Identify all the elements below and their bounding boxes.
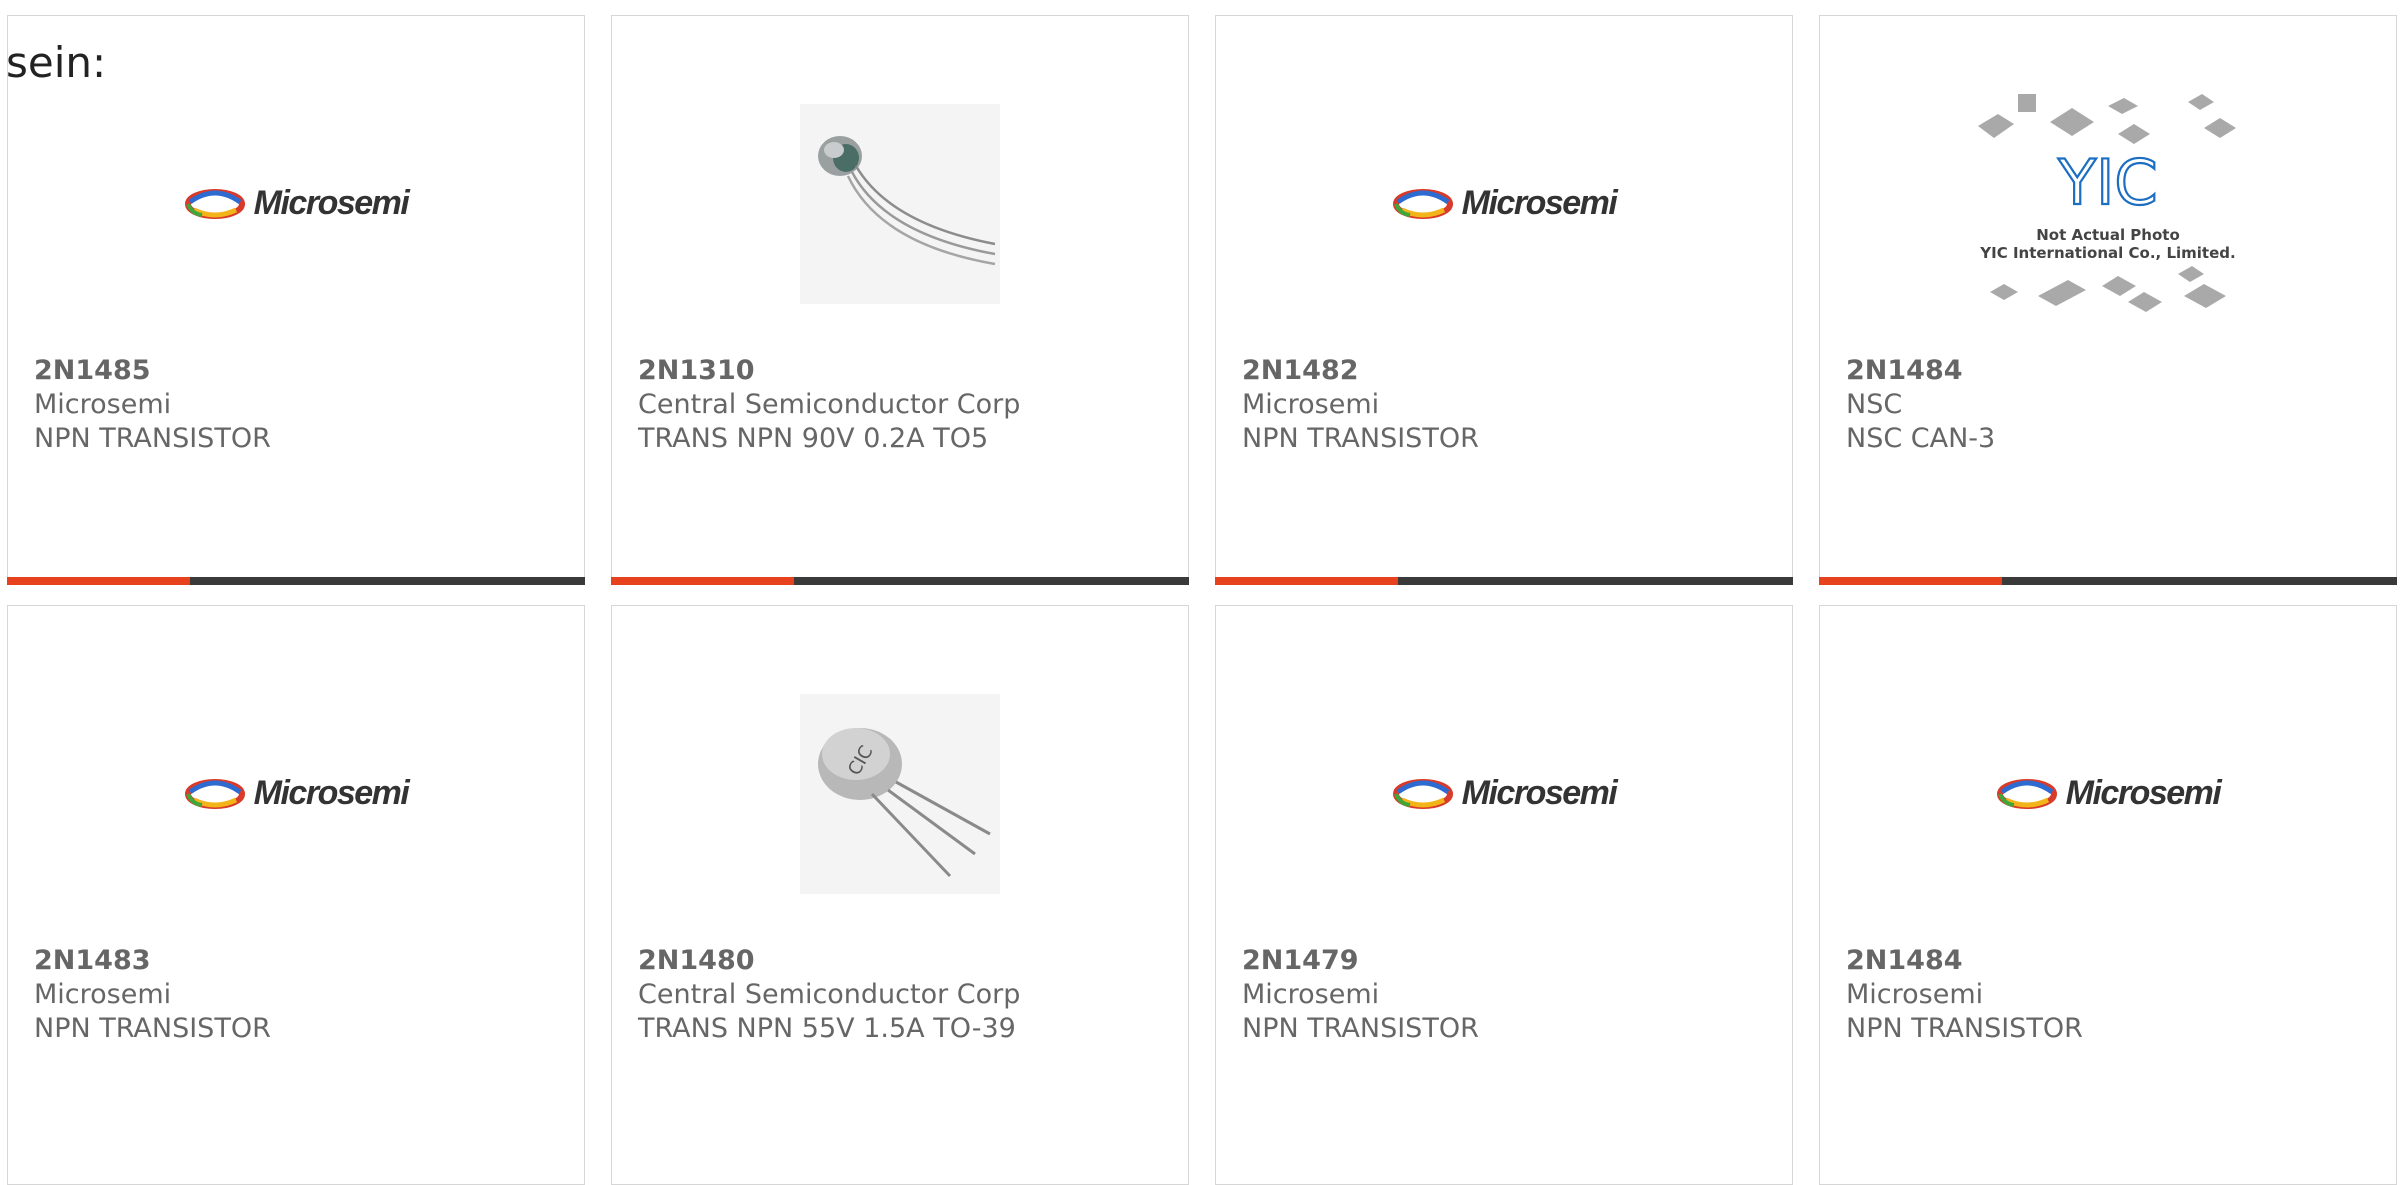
part-number[interactable]: 2N1479 (1242, 944, 1479, 978)
card-accent-bar (611, 577, 1189, 585)
product-info: 2N1483 Microsemi NPN TRANSISTOR (34, 944, 271, 1046)
product-image: Microsemi (1216, 91, 1792, 316)
card-accent-bar (1819, 577, 2397, 585)
microsemi-swirl-icon (1392, 188, 1453, 219)
product-info: 2N1484 Microsemi NPN TRANSISTOR (1846, 944, 2083, 1046)
part-number[interactable]: 2N1480 (638, 944, 1020, 978)
microsemi-wordmark: Microsemi (253, 774, 410, 812)
product-card[interactable]: CIC 2N1480 Central Semiconductor Corp TR… (611, 605, 1189, 1185)
accent-highlight (7, 577, 190, 585)
manufacturer: Central Semiconductor Corp (638, 979, 1021, 1010)
card-accent-bar (7, 577, 585, 585)
part-number[interactable]: 2N1310 (638, 354, 1020, 388)
product-image: Microsemi (1216, 681, 1792, 906)
microsemi-wordmark: Microsemi (2065, 774, 2222, 812)
microsemi-wordmark: Microsemi (1461, 184, 1618, 222)
card-accent-bar (1215, 577, 1793, 585)
microsemi-wordmark: Microsemi (1461, 774, 1618, 812)
product-card[interactable]: Microsemi 2N1483 Microsemi NPN TRANSISTO… (7, 605, 585, 1185)
accent-highlight (611, 577, 794, 585)
product-card[interactable]: Microsemi 2N1482 Microsemi NPN TRANSISTO… (1215, 15, 1793, 585)
accent-highlight (1819, 577, 2002, 585)
description: NPN TRANSISTOR (1242, 423, 1479, 454)
microsemi-swirl-icon (1996, 778, 2057, 809)
microsemi-logo: Microsemi (1392, 774, 1618, 813)
microsemi-swirl-icon (184, 778, 245, 809)
product-card[interactable]: Microsemi 2N1484 Microsemi NPN TRANSISTO… (1819, 605, 2397, 1185)
to5-transistor-photo (800, 103, 1000, 304)
manufacturer: Microsemi (34, 979, 172, 1010)
product-image: Microsemi (8, 91, 584, 316)
lead-text: sein: (6, 38, 107, 87)
yic-logo-text: YIC (2057, 146, 2157, 219)
product-info: 2N1485 Microsemi NPN TRANSISTOR (34, 354, 271, 456)
description: NPN TRANSISTOR (1242, 1013, 1479, 1044)
description: NPN TRANSISTOR (34, 1013, 271, 1044)
product-info: 2N1484 NSC NSC CAN-3 (1846, 354, 1995, 456)
manufacturer: Microsemi (34, 389, 172, 420)
yic-company-text: YIC International Co., Limited. (1979, 244, 2235, 262)
product-card[interactable]: Microsemi 2N1479 Microsemi NPN TRANSISTO… (1215, 605, 1793, 1185)
product-info: 2N1479 Microsemi NPN TRANSISTOR (1242, 944, 1479, 1046)
microsemi-swirl-icon (1392, 778, 1453, 809)
not-actual-photo-text: Not Actual Photo (2036, 226, 2180, 244)
product-image: Microsemi (8, 681, 584, 906)
product-info: 2N1310 Central Semiconductor Corp TRANS … (638, 354, 1020, 456)
part-number[interactable]: 2N1482 (1242, 354, 1479, 388)
product-info: 2N1482 Microsemi NPN TRANSISTOR (1242, 354, 1479, 456)
microsemi-swirl-icon (184, 188, 245, 219)
part-number[interactable]: 2N1484 (1846, 944, 2083, 978)
part-number[interactable]: 2N1483 (34, 944, 271, 978)
product-card[interactable]: Microsemi 2N1485 Microsemi NPN TRANSISTO… (7, 15, 585, 585)
description: NPN TRANSISTOR (34, 423, 271, 454)
manufacturer: Central Semiconductor Corp (638, 389, 1021, 420)
microsemi-logo: Microsemi (184, 774, 410, 813)
microsemi-wordmark: Microsemi (253, 184, 410, 222)
microsemi-logo: Microsemi (1996, 774, 2222, 813)
product-image (612, 91, 1188, 316)
description: TRANS NPN 55V 1.5A TO-39 (638, 1013, 1016, 1044)
yic-placeholder-image: YIC Not Actual Photo YIC International C… (1968, 84, 2248, 324)
product-image: YIC Not Actual Photo YIC International C… (1820, 91, 2396, 316)
part-number[interactable]: 2N1484 (1846, 354, 1995, 388)
accent-highlight (1215, 577, 1398, 585)
description: NPN TRANSISTOR (1846, 1013, 2083, 1044)
manufacturer: NSC (1846, 389, 1903, 420)
manufacturer: Microsemi (1242, 979, 1380, 1010)
description: NSC CAN-3 (1846, 423, 1996, 454)
to39-transistor-photo: CIC (800, 693, 1000, 894)
microsemi-logo: Microsemi (1392, 184, 1618, 223)
product-image: Microsemi (1820, 681, 2396, 906)
product-image: CIC (612, 681, 1188, 906)
product-card[interactable]: YIC Not Actual Photo YIC International C… (1819, 15, 2397, 585)
product-card[interactable]: 2N1310 Central Semiconductor Corp TRANS … (611, 15, 1189, 585)
manufacturer: Microsemi (1846, 979, 1984, 1010)
manufacturer: Microsemi (1242, 389, 1380, 420)
description: TRANS NPN 90V 0.2A TO5 (638, 423, 989, 454)
microsemi-logo: Microsemi (184, 184, 410, 223)
product-info: 2N1480 Central Semiconductor Corp TRANS … (638, 944, 1020, 1046)
part-number[interactable]: 2N1485 (34, 354, 271, 388)
